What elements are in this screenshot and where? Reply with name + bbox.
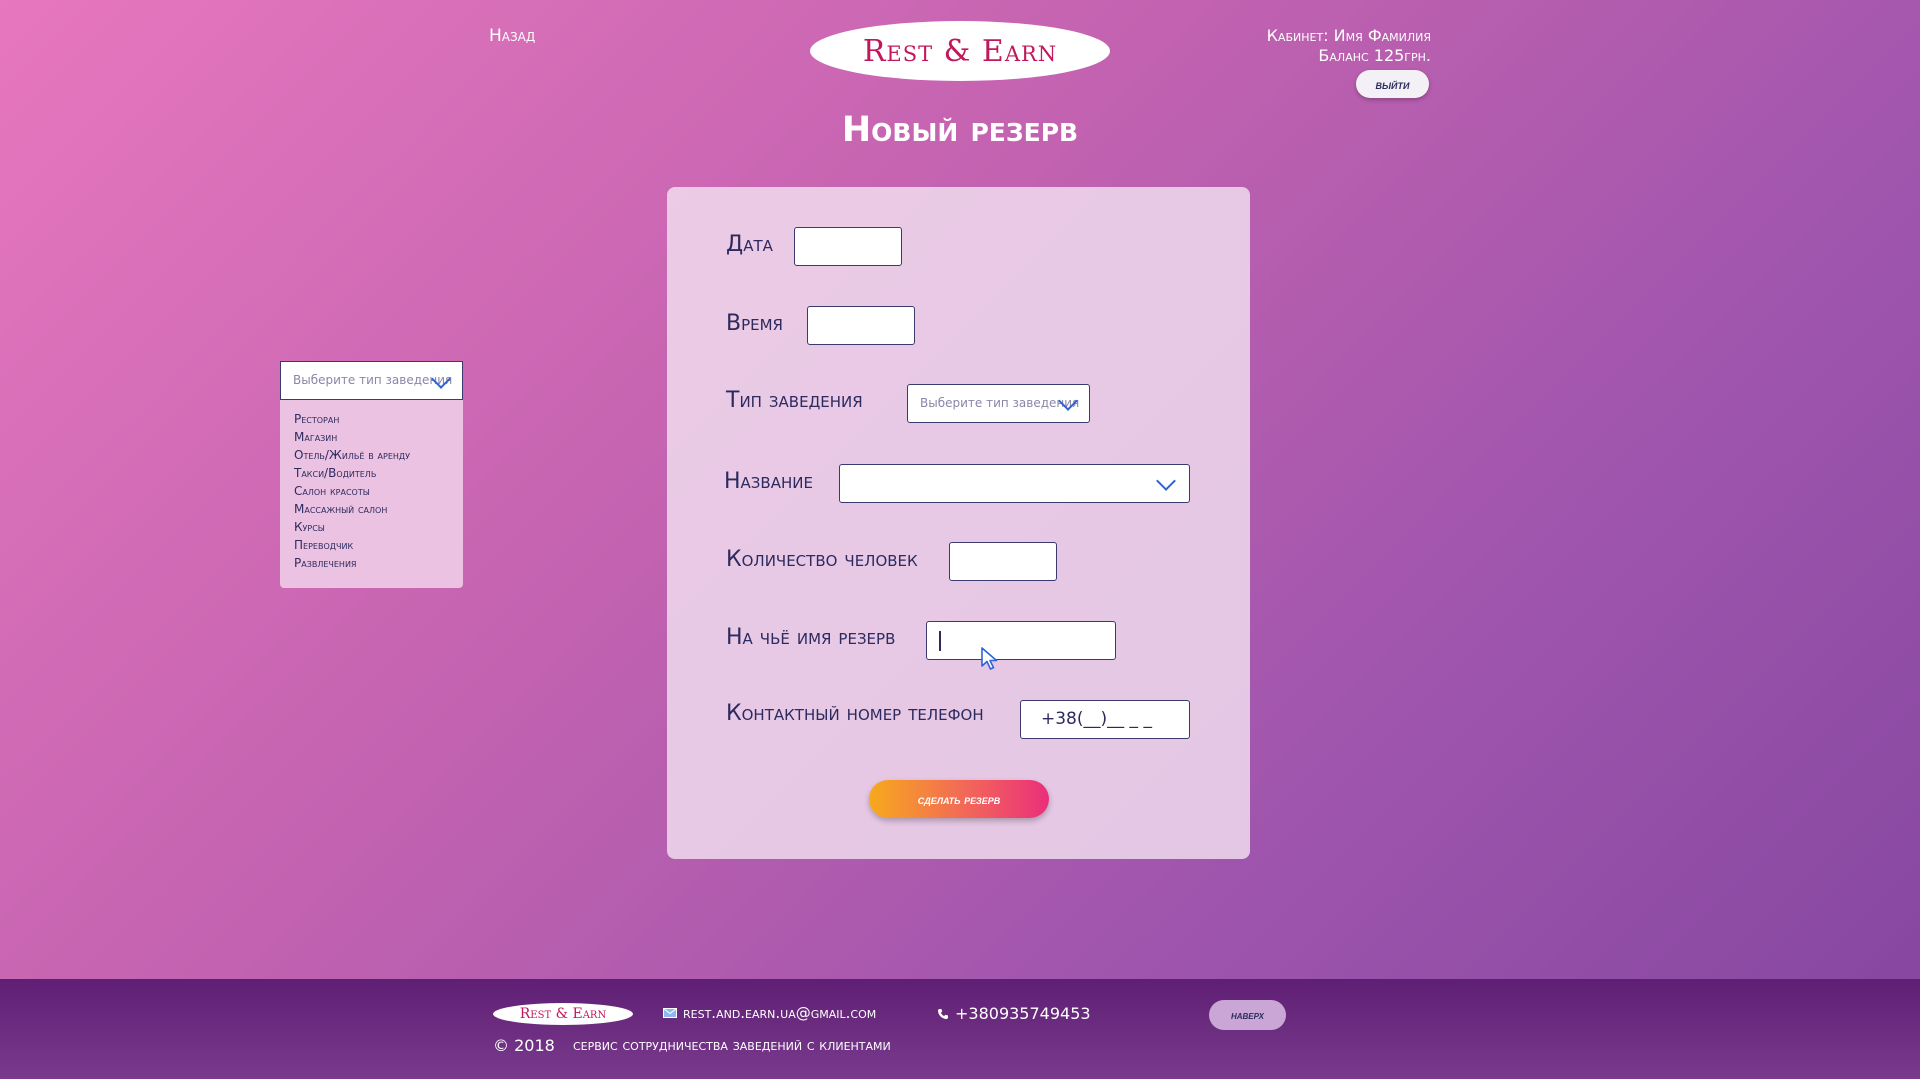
footer-phone-text: +380935749453 (955, 1004, 1091, 1023)
dropdown-option-courses[interactable]: Курсы (294, 518, 463, 536)
logo-text: Rest & Earn (862, 33, 1058, 69)
establishment-type-dropdown[interactable]: Выберите тип заведения (280, 361, 463, 400)
copyright: © 2018 (493, 1036, 555, 1055)
time-input[interactable] (807, 306, 915, 345)
type-label: Тип заведения (726, 388, 863, 413)
submit-reservation-button[interactable]: сделать резерв (869, 780, 1049, 818)
date-label: Дата (726, 232, 773, 257)
footer-phone[interactable]: +380935749453 (937, 1004, 1091, 1023)
time-label: Время (726, 311, 783, 336)
reservation-form: Дата Время Тип заведения Выберите тип за… (667, 187, 1250, 859)
type-select-placeholder: Выберите тип заведения (920, 396, 1080, 410)
footer-email-text: rest.and.earn.ua@gmail.com (683, 1004, 877, 1022)
date-input[interactable] (794, 227, 902, 266)
dropdown-option-hotel[interactable]: Отель/Жильё в аренду (294, 446, 463, 464)
name-select[interactable] (839, 464, 1190, 503)
name-label: Название (724, 469, 813, 494)
footer-email[interactable]: rest.and.earn.ua@gmail.com (663, 1004, 876, 1022)
footer-logo[interactable]: Rest & Earn (493, 1003, 633, 1025)
page-title: Новый резерв (841, 110, 1079, 150)
dropdown-placeholder: Выберите тип заведения (293, 373, 453, 387)
back-link[interactable]: Назад (489, 26, 535, 46)
reserve-name-input[interactable] (926, 621, 1116, 660)
phone-input-value: +38(__)__ _ _ (1041, 709, 1152, 729)
account-balance: Баланс 125грн. (1318, 46, 1431, 65)
footer-tagline: сервис сотрудничества заведений с клиент… (573, 1036, 891, 1054)
establishment-type-list: Ресторан Магазин Отель/Жильё в аренду Та… (280, 400, 463, 588)
dropdown-option-restaurant[interactable]: Ресторан (294, 410, 463, 428)
dropdown-option-massage-salon[interactable]: Массажный салон (294, 500, 463, 518)
phone-label: Контактный номер телефон (726, 701, 984, 726)
mail-icon (663, 1008, 677, 1018)
logo[interactable]: Rest & Earn (810, 21, 1110, 81)
reserve-name-label: На чьё имя резерв (726, 625, 896, 650)
phone-icon (938, 1008, 948, 1019)
back-to-top-button[interactable]: наверх (1209, 1000, 1286, 1030)
phone-input[interactable]: +38(__)__ _ _ (1020, 700, 1190, 739)
type-select[interactable]: Выберите тип заведения (907, 384, 1090, 423)
dropdown-option-translator[interactable]: Переводчик (294, 536, 463, 554)
people-count-input[interactable] (949, 542, 1057, 581)
dropdown-option-shop[interactable]: Магазин (294, 428, 463, 446)
account-info: Кабинет: Имя Фамилия Баланс 125грн. (1267, 26, 1431, 66)
account-name[interactable]: Кабинет: Имя Фамилия (1267, 26, 1431, 46)
dropdown-option-beauty-salon[interactable]: Салон красоты (294, 482, 463, 500)
mouse-cursor-icon (981, 647, 998, 670)
people-count-label: Количество человек (726, 547, 918, 572)
dropdown-option-taxi[interactable]: Такси/Водитель (294, 464, 463, 482)
dropdown-option-entertainment[interactable]: Развлечения (294, 554, 463, 572)
footer-logo-text: Rest & Earn (519, 1006, 607, 1022)
footer: Rest & Earn © 2018 rest.and.earn.ua@gmai… (0, 979, 1920, 1079)
logout-button[interactable]: выйти (1356, 70, 1429, 98)
chevron-down-icon (1156, 471, 1176, 491)
text-caret (939, 631, 941, 651)
